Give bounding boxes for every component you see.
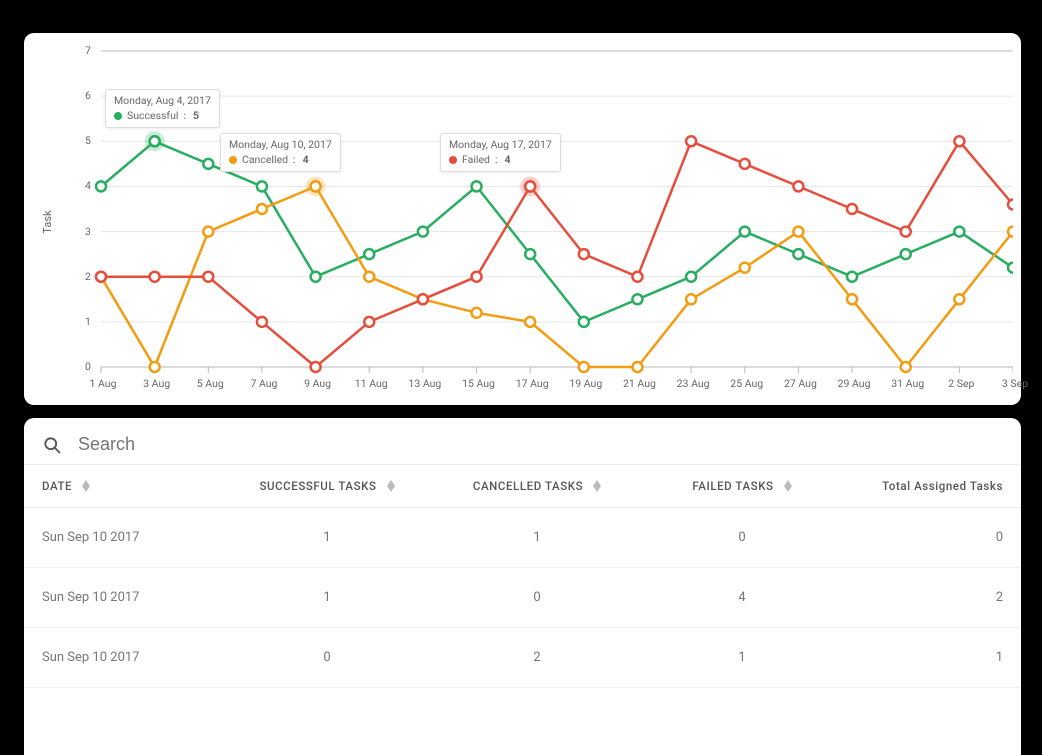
table-row[interactable]: Sun Sep 10 2017 0 2 1 1 xyxy=(24,628,1021,688)
cell-date: Sun Sep 10 2017 xyxy=(42,530,222,545)
y-tick-label: 3 xyxy=(85,225,91,238)
column-successful[interactable]: SUCCESSFUL TASKS xyxy=(222,479,432,493)
y-axis-label: Task xyxy=(41,210,54,233)
cell-total: 0 xyxy=(842,530,1003,545)
x-tick-label: 1 Aug xyxy=(83,377,123,390)
x-tick-label: 21 Aug xyxy=(619,377,659,390)
column-cancelled-label: CANCELLED TASKS xyxy=(473,479,583,493)
search-input[interactable] xyxy=(76,433,380,456)
tooltip-series: Successful xyxy=(127,109,178,124)
x-tick-label: 23 Aug xyxy=(673,377,713,390)
tooltip-value: 4 xyxy=(504,153,510,168)
x-tick-label: 11 Aug xyxy=(351,377,391,390)
x-tick-label: 31 Aug xyxy=(888,377,928,390)
y-tick-label: 5 xyxy=(85,134,91,147)
tooltip-date: Monday, Aug 10, 2017 xyxy=(229,138,332,153)
column-failed-label: FAILED TASKS xyxy=(692,479,773,493)
cell-successful: 0 xyxy=(222,650,432,665)
tooltip-successful: Monday, Aug 4, 2017 Successful: 5 xyxy=(105,89,220,128)
column-total: Total Assigned Tasks xyxy=(842,479,1003,493)
tooltip-date: Monday, Aug 4, 2017 xyxy=(114,94,211,109)
x-tick-label: 3 Aug xyxy=(137,377,177,390)
sort-icon[interactable] xyxy=(82,480,90,492)
x-tick-label: 27 Aug xyxy=(780,377,820,390)
y-tick-label: 2 xyxy=(85,270,91,283)
tooltip-series: Cancelled xyxy=(242,153,288,168)
x-tick-label: 29 Aug xyxy=(834,377,874,390)
y-tick-label: 4 xyxy=(85,179,91,192)
chart-card: Task Monday, Aug 4, 2017 Successful: 5 M… xyxy=(24,33,1021,405)
y-tick-label: 0 xyxy=(85,360,91,373)
y-tick-label: 7 xyxy=(85,44,91,57)
x-tick-label: 19 Aug xyxy=(566,377,606,390)
chart-svg xyxy=(83,47,1013,397)
search-bar[interactable] xyxy=(24,418,1021,465)
cell-cancelled: 0 xyxy=(432,590,642,605)
chart-plot-area[interactable]: Monday, Aug 4, 2017 Successful: 5 Monday… xyxy=(83,47,1013,397)
table-row[interactable]: Sun Sep 10 2017 1 0 4 2 xyxy=(24,568,1021,628)
tooltip-series: Failed xyxy=(462,153,490,168)
column-date[interactable]: DATE xyxy=(42,479,222,493)
tooltip-value: 5 xyxy=(193,109,199,124)
tooltip-dot-icon xyxy=(229,156,237,164)
table-card: DATE SUCCESSFUL TASKS CANCELLED TASKS xyxy=(24,418,1021,755)
column-successful-label: SUCCESSFUL TASKS xyxy=(259,479,376,493)
x-tick-label: 2 Sep xyxy=(941,377,981,390)
column-date-label: DATE xyxy=(42,479,72,493)
tooltip-value: 4 xyxy=(303,153,309,168)
cell-total: 1 xyxy=(842,650,1003,665)
chart-inner: Task Monday, Aug 4, 2017 Successful: 5 M… xyxy=(50,47,1014,397)
tooltip-dot-icon xyxy=(114,112,122,120)
x-tick-label: 7 Aug xyxy=(244,377,284,390)
sort-icon[interactable] xyxy=(784,480,792,492)
x-tick-label: 5 Aug xyxy=(190,377,230,390)
cell-successful: 1 xyxy=(222,590,432,605)
column-cancelled[interactable]: CANCELLED TASKS xyxy=(432,479,642,493)
cell-failed: 1 xyxy=(642,650,842,665)
sort-icon[interactable] xyxy=(387,480,395,492)
column-failed[interactable]: FAILED TASKS xyxy=(642,479,842,493)
tooltip-date: Monday, Aug 17, 2017 xyxy=(449,138,552,153)
tooltip-cancelled: Monday, Aug 10, 2017 Cancelled: 4 xyxy=(220,133,341,172)
cell-date: Sun Sep 10 2017 xyxy=(42,650,222,665)
cell-cancelled: 1 xyxy=(432,530,642,545)
x-tick-label: 17 Aug xyxy=(512,377,552,390)
data-table: DATE SUCCESSFUL TASKS CANCELLED TASKS xyxy=(24,465,1021,688)
x-tick-label: 15 Aug xyxy=(459,377,499,390)
x-tick-label: 13 Aug xyxy=(405,377,445,390)
tooltip-failed: Monday, Aug 17, 2017 Failed: 4 xyxy=(440,133,561,172)
cell-failed: 4 xyxy=(642,590,842,605)
table-header-row: DATE SUCCESSFUL TASKS CANCELLED TASKS xyxy=(24,465,1021,508)
sort-icon[interactable] xyxy=(593,480,601,492)
cell-total: 2 xyxy=(842,590,1003,605)
column-total-label: Total Assigned Tasks xyxy=(882,479,1003,493)
x-tick-label: 25 Aug xyxy=(727,377,767,390)
table-row[interactable]: Sun Sep 10 2017 1 1 0 0 xyxy=(24,508,1021,568)
tooltip-dot-icon xyxy=(449,156,457,164)
cell-date: Sun Sep 10 2017 xyxy=(42,590,222,605)
search-icon[interactable] xyxy=(42,435,62,455)
x-tick-label: 9 Aug xyxy=(298,377,338,390)
x-tick-label: 3 Sep xyxy=(995,377,1035,390)
y-tick-label: 6 xyxy=(85,89,91,102)
cell-cancelled: 2 xyxy=(432,650,642,665)
y-tick-label: 1 xyxy=(85,315,91,328)
cell-successful: 1 xyxy=(222,530,432,545)
cell-failed: 0 xyxy=(642,530,842,545)
